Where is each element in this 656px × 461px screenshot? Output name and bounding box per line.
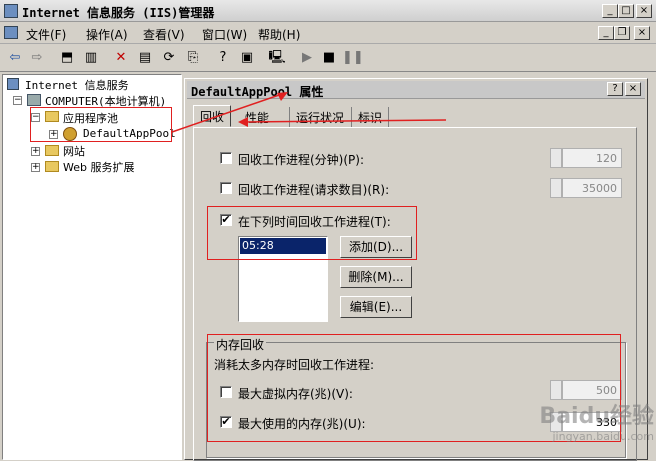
annotation-arrows <box>171 92 447 133</box>
watermark-title: Baidu经验 <box>539 404 654 429</box>
watermark-url: jingyan.baidu.com <box>552 430 654 443</box>
watermark: Baidu经验 jingyan.baidu.com <box>498 398 654 454</box>
